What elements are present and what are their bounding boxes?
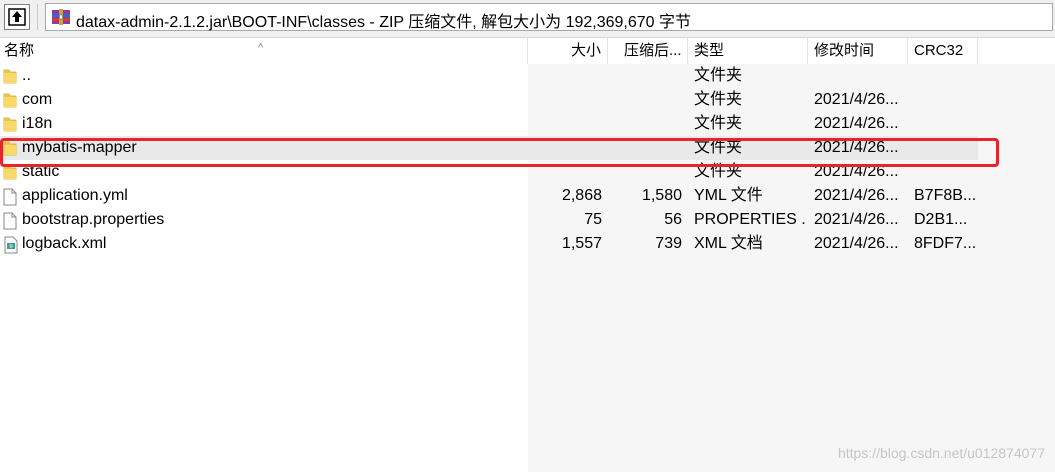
file-modified: 2021/4/26... (814, 211, 899, 228)
up-arrow-icon (8, 8, 26, 26)
column-header: 名称 ^ 大小 压缩后... 类型 修改时间 CRC32 (0, 38, 1055, 64)
file-row[interactable]: logback.xml 1,557 739 XML 文档 2021/4/26... 8FD… (0, 232, 978, 256)
file-packed-size: 739 (655, 235, 682, 252)
column-header-type[interactable]: 类型 (690, 38, 808, 64)
file-size: 75 (584, 211, 602, 228)
file-packed-size (608, 160, 682, 184)
column-size-label: 大小 (570, 42, 601, 59)
up-folder-button[interactable] (4, 4, 30, 30)
file-row[interactable]: i18n 文件夹 2021/4/26... (0, 112, 978, 136)
file-size (528, 112, 602, 136)
file-name: mybatis-mapper (22, 139, 137, 156)
column-header-modified[interactable]: 修改时间 (810, 38, 908, 64)
file-type: 文件夹 (694, 139, 743, 156)
file-type: 文件夹 (694, 115, 743, 132)
file-row[interactable]: static 文件夹 2021/4/26... (0, 160, 978, 184)
file-type: YML 文件 (694, 187, 763, 204)
file-name: application.yml (22, 187, 128, 204)
xml-file-icon (3, 236, 19, 262)
column-header-name[interactable]: 名称 ^ (0, 38, 528, 64)
file-packed-size (608, 112, 682, 136)
column-crc-label: CRC32 (914, 42, 964, 59)
column-header-packed[interactable]: 压缩后... (620, 38, 688, 64)
file-size (528, 160, 602, 184)
file-modified: 2021/4/26... (814, 235, 899, 252)
toolbar-separator (37, 4, 38, 30)
file-crc (914, 88, 976, 112)
column-header-size[interactable]: 大小 (528, 38, 608, 64)
file-name: .. (22, 67, 31, 84)
file-name: com (22, 91, 53, 108)
file-row[interactable]: bootstrap.properties 75 56 PROPERTIES ... 20… (0, 208, 978, 232)
file-crc: B7F8B... (914, 187, 976, 204)
file-packed-size: 56 (664, 211, 682, 228)
file-modified: 2021/4/26... (814, 187, 899, 204)
file-modified: 2021/4/26... (814, 115, 899, 132)
file-packed-size (608, 136, 682, 160)
file-modified: 2021/4/26... (814, 91, 899, 108)
file-type: 文件夹 (694, 163, 743, 180)
file-row[interactable]: .. 文件夹 (0, 64, 978, 88)
zip-archive-icon (52, 9, 70, 25)
file-crc: 8FDF7... (914, 235, 976, 252)
file-modified: 2021/4/26... (814, 163, 899, 180)
file-row[interactable]: mybatis-mapper 文件夹 2021/4/26... (0, 136, 978, 160)
path-field[interactable]: datax-admin-2.1.2.jar\BOOT-INF\classes -… (45, 3, 1053, 31)
file-name: i18n (22, 115, 53, 132)
file-crc: D2B1... (914, 211, 968, 228)
watermark: https://blog.csdn.net/u012874077 (837, 445, 1045, 461)
file-packed-size (608, 88, 682, 112)
file-modified (814, 64, 906, 88)
archive-path-text: datax-admin-2.1.2.jar\BOOT-INF\classes -… (76, 14, 692, 31)
file-row[interactable]: application.yml 2,868 1,580 YML 文件 2021/4/26… (0, 184, 978, 208)
file-name: static (22, 163, 60, 180)
file-size (528, 64, 602, 88)
file-size (528, 88, 602, 112)
file-type: XML 文档 (694, 235, 763, 252)
file-row[interactable]: com 文件夹 2021/4/26... (0, 88, 978, 112)
column-header-crc[interactable]: CRC32 (910, 38, 978, 64)
column-name-label: 名称 (4, 42, 35, 59)
file-crc (914, 136, 976, 160)
file-modified: 2021/4/26... (814, 139, 899, 156)
column-modified-label: 修改时间 (814, 42, 875, 59)
file-packed-size (608, 64, 682, 88)
column-packed-label: 压缩后... (624, 42, 682, 59)
sort-ascending-icon: ^ (258, 42, 264, 54)
file-type: 文件夹 (694, 67, 743, 84)
column-type-label: 类型 (694, 42, 725, 59)
file-packed-size: 1,580 (641, 187, 682, 204)
file-name: logback.xml (22, 235, 107, 252)
file-size: 1,557 (561, 235, 602, 252)
file-crc (914, 112, 976, 136)
file-crc (914, 64, 976, 88)
file-crc (914, 160, 976, 184)
path-bar: datax-admin-2.1.2.jar\BOOT-INF\classes -… (0, 0, 1055, 38)
file-size (528, 136, 602, 160)
file-type: PROPERTIES ... (694, 211, 806, 228)
file-name: bootstrap.properties (22, 211, 165, 228)
file-type: 文件夹 (694, 91, 743, 108)
file-size: 2,868 (561, 187, 602, 204)
